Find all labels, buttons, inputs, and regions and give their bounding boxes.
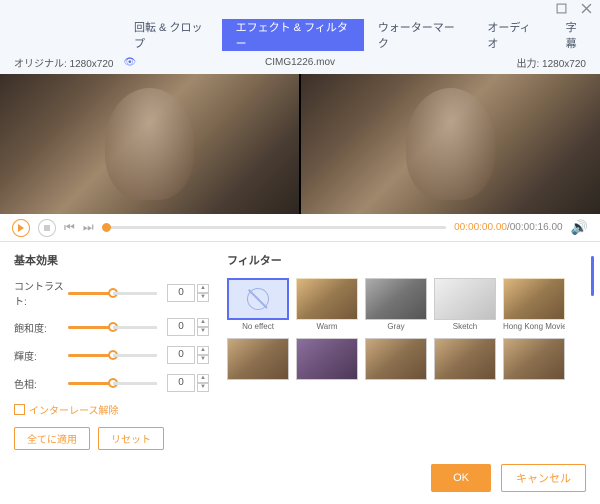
contrast-stepper[interactable]: ▲▼ bbox=[197, 284, 209, 302]
filters-title: フィルター bbox=[227, 252, 586, 268]
contrast-slider[interactable] bbox=[68, 292, 157, 295]
brightness-slider[interactable] bbox=[68, 354, 157, 357]
output-size: 出力: 1280x720 bbox=[517, 55, 587, 70]
next-icon[interactable]: ⏭ bbox=[83, 220, 94, 235]
info-bar: オリジナル: 1280x720 👁 CIMG1226.mov 出力: 1280x… bbox=[0, 51, 600, 74]
saturation-stepper[interactable]: ▲▼ bbox=[197, 318, 209, 336]
time-display: 00:00:00.00/00:00:16.00 bbox=[454, 222, 562, 233]
filename: CIMG1226.mov bbox=[265, 57, 335, 68]
preview-area bbox=[0, 74, 600, 215]
prev-icon[interactable]: ⏮ bbox=[64, 220, 75, 235]
filter-extra-1[interactable] bbox=[227, 338, 289, 391]
contrast-row: コントラスト: 0 ▲▼ bbox=[14, 278, 209, 308]
volume-icon[interactable]: 🔊 bbox=[571, 219, 588, 236]
footer: OK キャンセル bbox=[0, 456, 600, 504]
filter-scrollbar[interactable] bbox=[591, 256, 594, 296]
saturation-row: 飽和度: 0 ▲▼ bbox=[14, 318, 209, 336]
tab-watermark[interactable]: ウォーターマーク bbox=[364, 19, 474, 51]
tab-subtitle[interactable]: 字幕 bbox=[552, 19, 600, 51]
filter-extra-3[interactable] bbox=[365, 338, 427, 391]
minimize-icon[interactable] bbox=[556, 1, 567, 19]
tab-effects[interactable]: エフェクト & フィルター bbox=[222, 19, 364, 51]
ok-button[interactable]: OK bbox=[431, 464, 491, 492]
filter-no-effect[interactable]: No effect bbox=[227, 278, 289, 331]
brightness-row: 輝度: 0 ▲▼ bbox=[14, 346, 209, 364]
tab-audio[interactable]: オーディオ bbox=[473, 19, 551, 51]
saturation-slider[interactable] bbox=[68, 326, 157, 329]
original-size: オリジナル: 1280x720 bbox=[14, 55, 114, 70]
apply-all-button[interactable]: 全てに適用 bbox=[14, 427, 90, 450]
app-window: 回転 & クロップ エフェクト & フィルター ウォーターマーク オーディオ 字… bbox=[0, 0, 600, 504]
saturation-value[interactable]: 0 bbox=[167, 318, 195, 336]
filter-extra-4[interactable] bbox=[434, 338, 496, 391]
basic-title: 基本効果 bbox=[14, 252, 209, 268]
filter-grid: No effect Warm Gray Sketch Hong Kong Mov… bbox=[227, 278, 586, 391]
hue-stepper[interactable]: ▲▼ bbox=[197, 374, 209, 392]
basic-buttons: 全てに適用 リセット bbox=[14, 427, 209, 450]
eye-icon[interactable]: 👁 bbox=[124, 57, 137, 68]
saturation-label: 飽和度: bbox=[14, 320, 68, 335]
editor-panel: 基本効果 コントラスト: 0 ▲▼ 飽和度: 0 ▲▼ 輝度: 0 ▲▼ 色相: bbox=[0, 242, 600, 456]
basic-effects: 基本効果 コントラスト: 0 ▲▼ 飽和度: 0 ▲▼ 輝度: 0 ▲▼ 色相: bbox=[14, 252, 209, 450]
filter-extra-5[interactable] bbox=[503, 338, 565, 391]
reset-button[interactable]: リセット bbox=[98, 427, 164, 450]
hue-value[interactable]: 0 bbox=[167, 374, 195, 392]
playback-bar: ⏮ ⏭ 00:00:00.00/00:00:16.00 🔊 bbox=[0, 214, 600, 242]
brightness-label: 輝度: bbox=[14, 348, 68, 363]
play-icon[interactable] bbox=[12, 219, 30, 237]
brightness-stepper[interactable]: ▲▼ bbox=[197, 346, 209, 364]
filter-hk-movie[interactable]: Hong Kong Movie bbox=[503, 278, 565, 331]
hue-row: 色相: 0 ▲▼ bbox=[14, 374, 209, 392]
tab-rotate[interactable]: 回転 & クロップ bbox=[120, 19, 222, 51]
tab-bar: 回転 & クロップ エフェクト & フィルター ウォーターマーク オーディオ 字… bbox=[0, 19, 600, 51]
contrast-label: コントラスト: bbox=[14, 278, 68, 308]
filter-extra-2[interactable] bbox=[296, 338, 358, 391]
filter-gray[interactable]: Gray bbox=[365, 278, 427, 331]
filter-warm[interactable]: Warm bbox=[296, 278, 358, 331]
preview-result bbox=[301, 74, 600, 215]
titlebar bbox=[0, 0, 600, 19]
brightness-value[interactable]: 0 bbox=[167, 346, 195, 364]
filters-panel: フィルター No effect Warm Gray Sketch Hong Ko… bbox=[227, 252, 586, 450]
filter-sketch[interactable]: Sketch bbox=[434, 278, 496, 331]
hue-slider[interactable] bbox=[68, 382, 157, 385]
hue-label: 色相: bbox=[14, 376, 68, 391]
interlace-checkbox[interactable]: インターレース解除 bbox=[14, 402, 209, 417]
checkbox-icon bbox=[14, 404, 25, 415]
contrast-value[interactable]: 0 bbox=[167, 284, 195, 302]
close-icon[interactable] bbox=[581, 1, 592, 19]
preview-original bbox=[0, 74, 299, 215]
interlace-label: インターレース解除 bbox=[29, 402, 119, 417]
stop-icon[interactable] bbox=[38, 219, 56, 237]
cancel-button[interactable]: キャンセル bbox=[501, 464, 586, 492]
progress-slider[interactable] bbox=[102, 226, 447, 229]
